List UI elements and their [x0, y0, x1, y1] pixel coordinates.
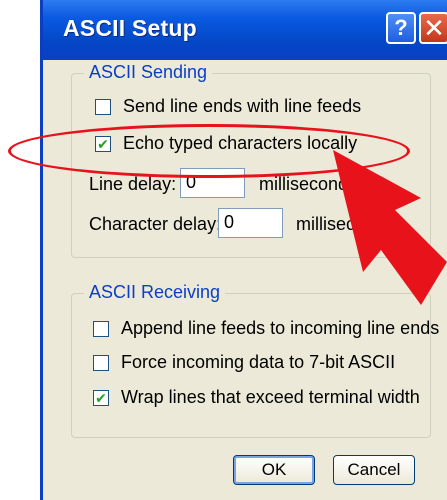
ok-button[interactable]: OK [233, 455, 315, 485]
send-line-ends-option[interactable]: Send line ends with line feeds [95, 96, 361, 117]
close-icon: ✕ [423, 12, 445, 43]
cancel-button[interactable]: Cancel [333, 455, 415, 485]
ascii-setup-dialog: ASCII Setup ? ✕ ASCII Sending Send line … [40, 0, 447, 500]
wrap-lines-option[interactable]: ✔ Wrap lines that exceed terminal width [93, 387, 420, 408]
append-line-feeds-label: Append line feeds to incoming line ends [121, 318, 440, 338]
send-line-ends-checkbox[interactable] [95, 98, 111, 115]
echo-typed-checkbox[interactable]: ✔ [95, 135, 111, 152]
echo-typed-label: Echo typed characters locally [123, 133, 358, 153]
force-7bit-option[interactable]: Force incoming data to 7-bit ASCII [93, 352, 395, 373]
character-delay-label: Character delay: [89, 214, 222, 234]
cancel-button-label: Cancel [347, 460, 401, 479]
check-icon: ✔ [95, 389, 107, 406]
character-delay-unit: milliseconds. [296, 214, 400, 234]
line-delay-value: 0 [186, 172, 197, 192]
close-button[interactable]: ✕ [419, 12, 447, 44]
wrap-lines-checkbox[interactable]: ✔ [93, 389, 109, 406]
wrap-lines-label: Wrap lines that exceed terminal width [121, 387, 420, 407]
line-delay-label: Line delay: [89, 174, 177, 194]
append-line-feeds-checkbox[interactable] [93, 320, 109, 337]
check-icon: ✔ [97, 135, 109, 152]
append-line-feeds-option[interactable]: Append line feeds to incoming line ends [93, 318, 439, 339]
ascii-sending-legend: ASCII Sending [84, 62, 213, 83]
echo-typed-option[interactable]: ✔ Echo typed characters locally [95, 133, 357, 154]
character-delay-input[interactable]: 0 [218, 208, 283, 238]
help-icon: ? [394, 15, 408, 40]
character-delay-value: 0 [224, 212, 235, 232]
ascii-receiving-legend: ASCII Receiving [84, 282, 226, 303]
line-delay-unit: milliseconds. [259, 174, 363, 194]
title-bar[interactable]: ASCII Setup ? ✕ [43, 0, 447, 60]
help-button[interactable]: ? [386, 12, 416, 44]
send-line-ends-label: Send line ends with line feeds [123, 96, 362, 116]
ok-button-label: OK [261, 460, 287, 479]
force-7bit-label: Force incoming data to 7-bit ASCII [121, 352, 396, 372]
line-delay-input[interactable]: 0 [180, 168, 245, 198]
force-7bit-checkbox[interactable] [93, 354, 109, 371]
window-title: ASCII Setup [63, 15, 197, 41]
